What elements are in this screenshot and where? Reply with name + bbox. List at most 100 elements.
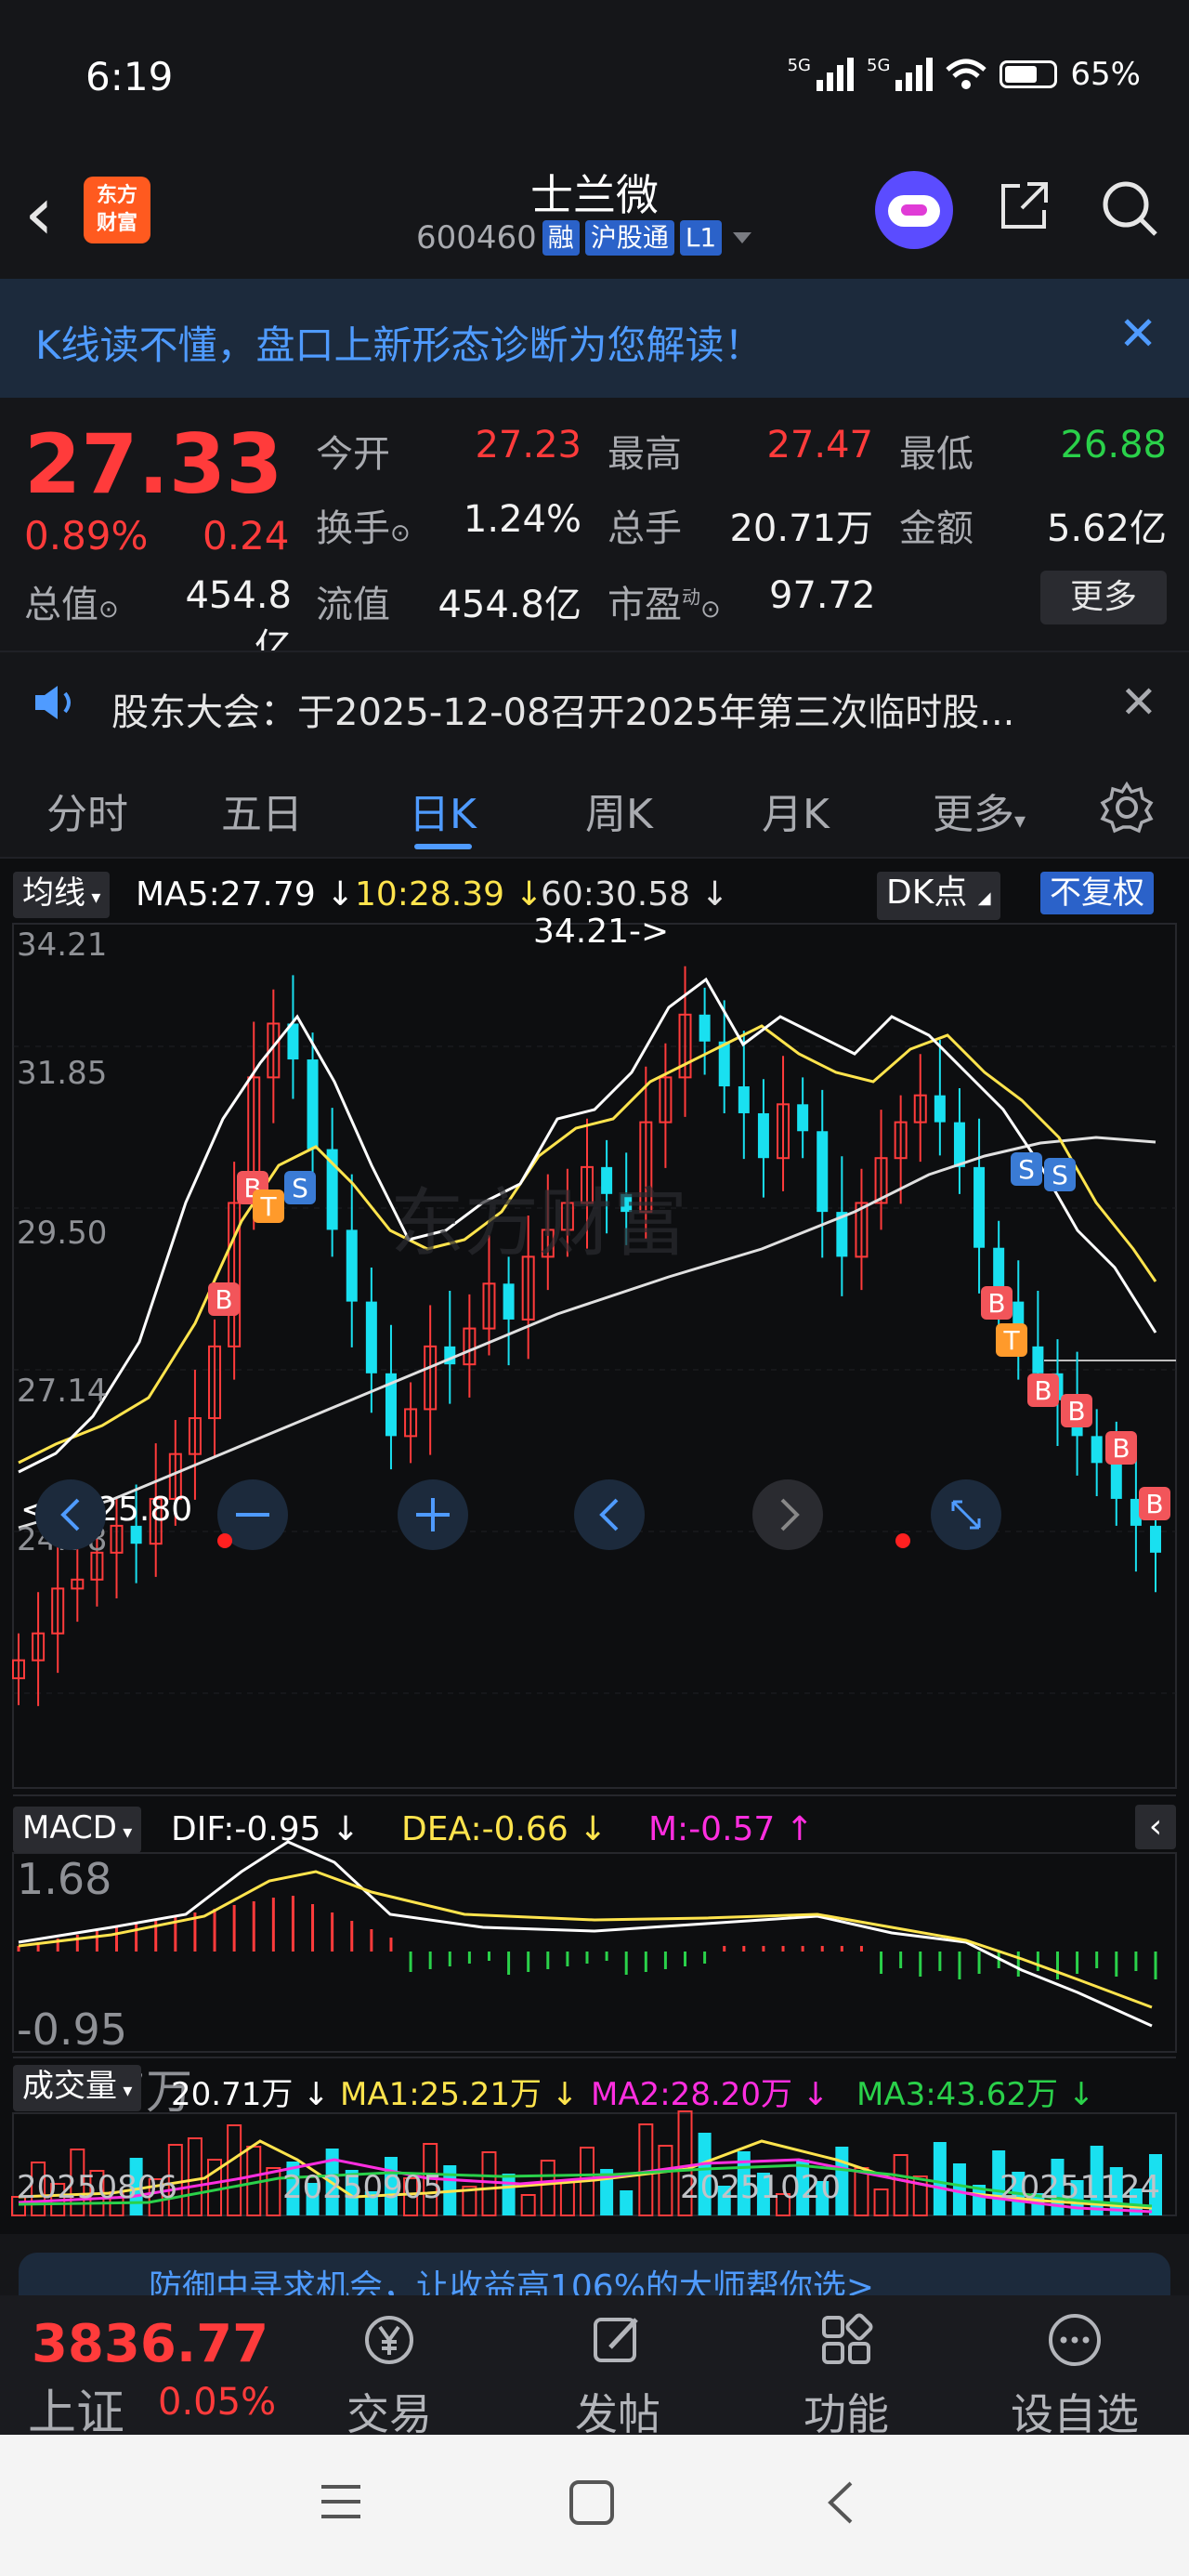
- add-watchlist-button[interactable]: 设自选: [1005, 2310, 1144, 2442]
- ticker-banner[interactable]: 防御中寻求机会，让收益高106%的大师帮你选>: [19, 2253, 1170, 2295]
- tab-weekly-k[interactable]: 周K: [585, 781, 653, 840]
- home-icon[interactable]: [567, 2477, 617, 2528]
- m-label: M:-0.57 ↑: [648, 1810, 814, 1848]
- gear-icon[interactable]: [1100, 781, 1154, 835]
- ai-assistant-icon[interactable]: [875, 171, 953, 249]
- signal-t-2: T: [1002, 1325, 1020, 1356]
- close-icon[interactable]: ✕: [1120, 677, 1157, 729]
- amount-value: 5.62亿: [1046, 507, 1167, 550]
- search-icon[interactable]: [1100, 178, 1159, 238]
- trade-label: 交易: [346, 2389, 432, 2439]
- macd-high: 1.68: [17, 1854, 111, 1904]
- signal-t-1: T: [259, 1191, 277, 1222]
- tab-more[interactable]: 更多▾: [933, 781, 1026, 840]
- margin-tag: 融: [542, 220, 580, 256]
- signal-b-7: B: [1145, 1489, 1163, 1519]
- pe-value: 97.72: [769, 574, 876, 617]
- more-button[interactable]: 更多: [1040, 571, 1167, 624]
- tab-daily-k[interactable]: 日K: [409, 781, 477, 840]
- index-change: 0.05%: [158, 2381, 277, 2424]
- volume-selector[interactable]: 成交量 ▾: [13, 2065, 142, 2111]
- tab-intraday[interactable]: 分时: [46, 781, 128, 840]
- indicator-panel-toggle[interactable]: ‹: [1135, 1805, 1176, 1849]
- signal-icon: [817, 58, 855, 91]
- pe-label: 市盈动⊙: [608, 584, 721, 626]
- signal-s-2: S: [1018, 1154, 1035, 1185]
- vol-now-label: 20.71万 ↓: [171, 2076, 330, 2113]
- volume-value: 20.71万: [729, 507, 873, 550]
- candle-body: [1032, 1346, 1044, 1373]
- dif-line: [18, 1840, 1153, 2028]
- chevron-down-icon: [733, 232, 752, 243]
- volume-bars: [11, 2110, 1162, 2216]
- turnover-value: 1.24%: [463, 498, 581, 541]
- trade-button[interactable]: 交易: [320, 2310, 459, 2442]
- candle-body: [757, 1112, 769, 1159]
- macd-low: -0.95: [17, 2004, 127, 2055]
- signal-b-3: B: [987, 1288, 1005, 1319]
- battery-icon: [1000, 60, 1058, 88]
- float-label: 流值: [316, 584, 390, 626]
- signal-b-6: B: [1112, 1433, 1130, 1464]
- menu-icon[interactable]: [318, 2481, 364, 2522]
- vol-ma1-label: MA1:25.21万 ↓: [340, 2076, 579, 2113]
- chart-collapse-button: [35, 1479, 106, 1550]
- index-name[interactable]: 上证: [28, 2373, 124, 2443]
- low-value: 26.88: [1060, 424, 1167, 467]
- promo-banner[interactable]: K线读不懂，盘口上新形态诊断为您解读！ ✕: [0, 279, 1189, 398]
- dea-line: [18, 1870, 1153, 2009]
- watermark: 东方财富: [390, 1180, 687, 1267]
- volume-bar: [658, 2145, 673, 2216]
- volume-bar: [227, 2124, 242, 2216]
- y-tick-2: 31.85: [17, 1055, 107, 1092]
- volume-bar: [502, 2174, 516, 2215]
- volume-bar: [854, 2167, 869, 2216]
- y-tick-3: 29.50: [17, 1215, 107, 1252]
- share-icon[interactable]: [996, 178, 1052, 234]
- change-amount: 0.24: [203, 513, 290, 559]
- volume-bar: [559, 2181, 575, 2216]
- candle-body: [738, 1086, 750, 1113]
- dea-label: DEA:-0.66 ↓: [401, 1810, 608, 1848]
- macd-selector[interactable]: MACD ▾: [13, 1807, 142, 1853]
- speaker-icon: [35, 686, 71, 719]
- high-label: 最高: [608, 433, 682, 476]
- candle-body: [346, 1229, 358, 1302]
- period-tabs: 分时 五日 日K 周K 月K 更多▾: [0, 758, 1189, 859]
- y-tick-1: 34.21: [17, 927, 107, 964]
- announcement-bar[interactable]: 股东大会：于2025-12-08召开2025年第三次临时股... ✕: [0, 651, 1189, 753]
- index-value[interactable]: 3836.77: [32, 2314, 268, 2374]
- volume-bar: [266, 2167, 281, 2216]
- vol-ma2-label: MA2:28.20万 ↓: [591, 2076, 830, 2113]
- volume-bar: [893, 2154, 908, 2216]
- vol-ma3-label: MA3:43.62万 ↓: [856, 2076, 1095, 2113]
- float-value: 454.8亿: [438, 584, 581, 626]
- date-3: 20251020: [680, 2169, 842, 2206]
- volume-bar: [873, 2188, 889, 2216]
- functions-label: 功能: [804, 2389, 889, 2439]
- back-nav-icon[interactable]: [821, 2477, 858, 2528]
- kline-chart-panel[interactable]: 均线 ▾ MA5:27.79 ↓ 10:28.39 ↓ 60:30.58 ↓ D…: [0, 859, 1189, 2234]
- system-nav-bar: [0, 2435, 1189, 2576]
- volume-bar: [952, 2163, 966, 2215]
- tab-five-day[interactable]: 五日: [221, 781, 303, 840]
- functions-button[interactable]: 功能: [777, 2310, 916, 2442]
- battery-level: 65%: [1070, 56, 1141, 93]
- signal-b-4: B: [1034, 1375, 1052, 1406]
- stock-code: 600460: [416, 219, 537, 256]
- close-icon[interactable]: ✕: [1118, 310, 1157, 357]
- candle-body: [817, 1131, 829, 1213]
- net-type-2: 5G: [867, 56, 891, 75]
- amount-label: 金额: [899, 507, 973, 550]
- more-icon: [1049, 2314, 1101, 2366]
- status-bar: 6:19 5G 5G 65%: [0, 0, 1189, 158]
- clock: 6:19: [85, 54, 174, 99]
- macd-histogram: [17, 1896, 1157, 1979]
- change-percent: 0.89%: [24, 513, 149, 559]
- stock-code-row[interactable]: 600460 融 沪股通 L1: [416, 219, 752, 256]
- date-2: 20250905: [282, 2169, 444, 2206]
- post-button[interactable]: 发帖: [548, 2310, 687, 2442]
- kline-svg: 34.21 31.85 29.50 27.14 24.78 34.21-> <-…: [11, 913, 1177, 2216]
- tab-monthly-k[interactable]: 月K: [762, 781, 830, 840]
- date-1: 20250806: [17, 2169, 178, 2206]
